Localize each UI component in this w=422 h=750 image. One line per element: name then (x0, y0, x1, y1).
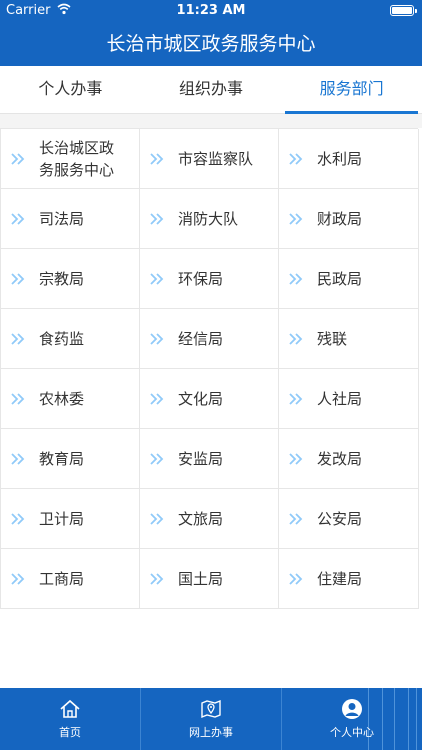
department-label: 经信局 (178, 329, 224, 348)
department-label: 文旅局 (178, 509, 224, 528)
page-title: 长治市城区政务服务中心 (106, 33, 316, 55)
double-chevron-icon (150, 452, 164, 465)
department-label: 宗教局 (39, 269, 85, 288)
department-label: 安监局 (178, 449, 224, 468)
department-label: 司法局 (39, 209, 85, 228)
user-icon (342, 699, 362, 719)
department-label: 市容监察队 (178, 149, 254, 168)
tab-departments[interactable]: 服务部门 (281, 66, 422, 114)
department-cell[interactable]: 财政局 (279, 189, 419, 249)
department-label: 消防大队 (178, 209, 239, 228)
double-chevron-icon (150, 332, 164, 345)
department-label: 财政局 (317, 209, 363, 228)
bottom-tab-bar: 首页 网上办事 个人中心 (0, 688, 422, 750)
department-cell[interactable]: 残联 (279, 309, 419, 369)
double-chevron-icon (150, 392, 164, 405)
bottom-tab-profile[interactable]: 个人中心 (282, 688, 422, 750)
department-label: 公安局 (317, 509, 363, 528)
department-label: 卫计局 (39, 509, 85, 528)
double-chevron-icon (289, 152, 303, 165)
department-cell[interactable]: 发改局 (279, 429, 419, 489)
double-chevron-icon (150, 512, 164, 525)
double-chevron-icon (11, 272, 25, 285)
double-chevron-icon (150, 152, 164, 165)
department-cell[interactable]: 公安局 (279, 489, 419, 549)
department-label: 人社局 (317, 389, 363, 408)
department-cell[interactable]: 人社局 (279, 369, 419, 429)
department-label: 长治城区政务服务中心 (39, 138, 115, 179)
department-label: 农林委 (39, 389, 85, 408)
double-chevron-icon (11, 392, 25, 405)
department-label: 民政局 (317, 269, 363, 288)
double-chevron-icon (289, 272, 303, 285)
department-cell[interactable]: 宗教局 (1, 249, 140, 309)
section-gap (0, 114, 422, 128)
department-cell[interactable]: 环保局 (140, 249, 279, 309)
department-label: 食药监 (39, 329, 85, 348)
double-chevron-icon (11, 452, 25, 465)
department-cell[interactable]: 农林委 (1, 369, 140, 429)
map-pin-icon (201, 699, 221, 719)
bottom-tab-home[interactable]: 首页 (0, 688, 140, 750)
department-cell[interactable]: 食药监 (1, 309, 140, 369)
department-cell[interactable]: 住建局 (279, 549, 419, 609)
department-cell[interactable]: 司法局 (1, 189, 140, 249)
department-label: 残联 (317, 329, 348, 348)
bottom-tab-label: 个人中心 (330, 726, 374, 739)
department-cell[interactable]: 卫计局 (1, 489, 140, 549)
tab-organization[interactable]: 组织办事 (141, 66, 282, 113)
department-cell[interactable]: 长治城区政务服务中心 (1, 129, 140, 189)
double-chevron-icon (150, 272, 164, 285)
tab-bar: 个人办事 组织办事 服务部门 (0, 66, 422, 114)
double-chevron-icon (150, 572, 164, 585)
department-label: 教育局 (39, 449, 85, 468)
bottom-tab-label: 网上办事 (189, 726, 233, 739)
double-chevron-icon (11, 332, 25, 345)
battery-icon (390, 5, 417, 16)
department-label: 文化局 (178, 389, 224, 408)
department-label: 水利局 (317, 149, 363, 168)
department-cell[interactable]: 水利局 (279, 129, 419, 189)
department-cell[interactable]: 经信局 (140, 309, 279, 369)
tab-personal[interactable]: 个人办事 (0, 66, 141, 113)
double-chevron-icon (11, 152, 25, 165)
double-chevron-icon (289, 512, 303, 525)
department-label: 国土局 (178, 569, 224, 588)
double-chevron-icon (11, 572, 25, 585)
department-label: 工商局 (39, 569, 85, 588)
status-bar: Carrier 11:23 AM (0, 0, 422, 22)
nav-bar: 长治市城区政务服务中心 (0, 22, 422, 66)
department-cell[interactable]: 文化局 (140, 369, 279, 429)
double-chevron-icon (289, 332, 303, 345)
department-cell[interactable]: 市容监察队 (140, 129, 279, 189)
double-chevron-icon (289, 212, 303, 225)
department-cell[interactable]: 民政局 (279, 249, 419, 309)
department-cell[interactable]: 文旅局 (140, 489, 279, 549)
department-label: 住建局 (317, 569, 363, 588)
department-cell[interactable]: 工商局 (1, 549, 140, 609)
double-chevron-icon (11, 512, 25, 525)
double-chevron-icon (150, 212, 164, 225)
double-chevron-icon (11, 212, 25, 225)
double-chevron-icon (289, 452, 303, 465)
department-label: 环保局 (178, 269, 224, 288)
department-label: 发改局 (317, 449, 363, 468)
double-chevron-icon (289, 572, 303, 585)
department-grid: 长治城区政务服务中心 市容监察队 水利局 司法局 消防大队 财政局 宗教局 环保… (0, 128, 419, 609)
department-cell[interactable]: 国土局 (140, 549, 279, 609)
decorative-stripes (364, 688, 422, 750)
bottom-tab-online-service[interactable]: 网上办事 (140, 688, 282, 750)
department-cell[interactable]: 教育局 (1, 429, 140, 489)
bottom-tab-label: 首页 (59, 726, 81, 739)
clock: 11:23 AM (176, 3, 246, 18)
double-chevron-icon (289, 392, 303, 405)
home-icon (60, 699, 80, 718)
department-cell[interactable]: 消防大队 (140, 189, 279, 249)
department-cell[interactable]: 安监局 (140, 429, 279, 489)
